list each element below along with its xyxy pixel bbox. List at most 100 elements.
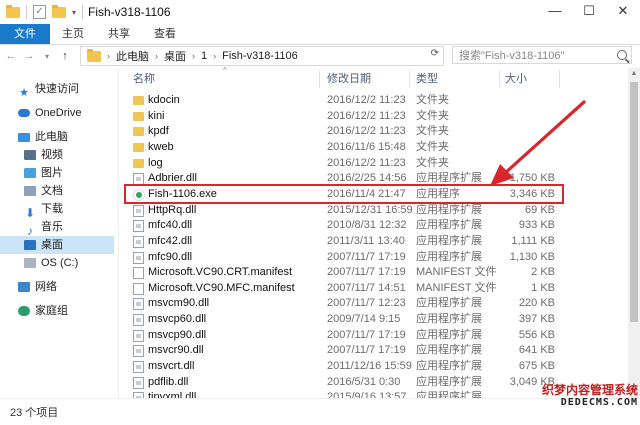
search-icon (617, 50, 627, 60)
nav-documents[interactable]: 文档 (24, 182, 63, 200)
table-row[interactable]: msvcrt.dll 2011/12/16 15:59 应用程序扩展 675 KB (119, 358, 635, 375)
column-header-name[interactable]: 名称 (133, 70, 155, 88)
table-row[interactable]: msvcm90.dll 2007/11/7 12:23 应用程序扩展 220 KB (119, 295, 635, 312)
file-type: 应用程序扩展 (416, 234, 482, 247)
column-divider[interactable] (559, 70, 560, 88)
window-title: Fish-v318-1106 (88, 5, 171, 19)
folder-icon (6, 4, 20, 18)
close-button[interactable]: ✕ (606, 0, 640, 24)
file-size: 1,111 KB (511, 234, 555, 247)
chevron-right-icon[interactable]: › (192, 51, 195, 61)
refresh-icon[interactable]: ⟳ (431, 48, 439, 59)
music-icon: ♪ (27, 224, 33, 239)
properties-icon[interactable]: ✓ (33, 5, 46, 19)
ribbon-tabs: 文件 主页 共享 查看 (0, 24, 640, 45)
file-date: 2011/3/11 13:40 (327, 234, 405, 247)
dll-file-icon (133, 220, 144, 233)
address-bar[interactable]: › 此电脑 › 桌面 › 1 › Fish-v318-1106 ⟳ (80, 46, 444, 66)
table-row[interactable]: Microsoft.VC90.MFC.manifest 2007/11/7 14:… (119, 280, 635, 297)
tab-view[interactable]: 查看 (142, 24, 188, 44)
file-type: 应用程序扩展 (416, 313, 482, 326)
nav-os-drive[interactable]: OS (C:) (24, 254, 78, 272)
nav-videos[interactable]: 视频 (24, 146, 63, 164)
table-row[interactable]: msvcp90.dll 2007/11/7 17:19 应用程序扩展 556 KB (119, 327, 635, 344)
file-name: msvcr90.dll (148, 344, 204, 357)
nav-desktop[interactable]: 桌面 (0, 236, 114, 254)
drive-icon (24, 258, 36, 269)
file-name: kpdf (148, 125, 169, 138)
table-row[interactable]: mfc40.dll 2010/8/31 12:32 应用程序扩展 933 KB (119, 217, 635, 234)
nav-music[interactable]: ♪ 音乐 (24, 218, 63, 239)
file-date: 2007/11/7 12:23 (327, 297, 406, 310)
table-row[interactable]: msvcp60.dll 2009/7/14 9:15 应用程序扩展 397 KB (119, 311, 635, 328)
download-icon: ⬇ (24, 206, 36, 221)
file-name: kweb (148, 140, 174, 153)
forward-arrow-icon[interactable]: → (22, 50, 36, 62)
nav-this-pc[interactable]: 此电脑 (18, 128, 68, 146)
vertical-scrollbar[interactable]: ▲ ▼ (628, 68, 640, 398)
nav-downloads[interactable]: ⬇ 下载 (24, 200, 63, 221)
address-row: ← → ▾ ↑ › 此电脑 › 桌面 › 1 › Fish-v318-1106 … (0, 44, 640, 68)
nav-homegroup[interactable]: 家庭组 (18, 302, 68, 320)
file-name: msvcp90.dll (148, 328, 207, 341)
tab-share[interactable]: 共享 (96, 24, 142, 44)
column-header-date[interactable]: 修改日期 (327, 70, 371, 88)
column-header-type[interactable]: 类型 (416, 70, 438, 88)
file-date: 2007/11/7 17:19 (327, 344, 406, 357)
file-date: 2016/5/31 0:30 (327, 375, 401, 388)
breadcrumb-current[interactable]: Fish-v318-1106 (222, 50, 298, 62)
tab-home[interactable]: 主页 (50, 24, 96, 44)
customize-toolbar-icon[interactable]: ▾ (72, 8, 76, 17)
up-arrow-icon[interactable]: ↑ (58, 50, 72, 62)
breadcrumb-desktop[interactable]: 桌面 (164, 48, 186, 64)
file-date: 2007/11/7 14:51 (327, 281, 406, 294)
chevron-right-icon[interactable]: › (107, 51, 110, 61)
table-row[interactable]: mfc90.dll 2007/11/7 17:19 应用程序扩展 1,130 KB (119, 249, 635, 266)
breadcrumb-folder-1[interactable]: 1 (201, 50, 207, 62)
dll-file-icon (133, 314, 144, 327)
table-row[interactable]: msvcr90.dll 2007/11/7 17:19 应用程序扩展 641 KB (119, 342, 635, 359)
breadcrumb-this-pc[interactable]: 此电脑 (116, 48, 149, 64)
back-arrow-icon[interactable]: ← (4, 50, 18, 62)
scrollbar-thumb[interactable] (630, 82, 638, 322)
file-date: 2007/11/7 17:19 (327, 266, 406, 279)
chevron-right-icon[interactable]: › (155, 51, 158, 61)
column-divider[interactable] (499, 70, 500, 88)
file-type: MANIFEST 文件 (416, 266, 497, 279)
chevron-right-icon[interactable]: › (213, 51, 216, 61)
sort-ascending-icon: ^ (223, 66, 227, 75)
search-placeholder: 搜索"Fish-v318-1106" (459, 50, 565, 62)
file-type: 应用程序扩展 (416, 360, 482, 373)
nav-pictures[interactable]: 图片 (24, 164, 63, 182)
divider (82, 5, 84, 19)
picture-icon (24, 168, 36, 179)
scroll-up-icon[interactable]: ▲ (628, 68, 640, 80)
column-divider[interactable] (319, 70, 320, 88)
nav-quick-access[interactable]: ★ 快速访问 (18, 80, 79, 99)
file-type: 应用程序扩展 (416, 219, 482, 232)
column-divider[interactable] (409, 70, 410, 88)
minimize-button[interactable]: — (538, 0, 572, 24)
file-type: 应用程序扩展 (416, 328, 482, 341)
dll-file-icon (133, 204, 144, 217)
nav-onedrive[interactable]: OneDrive (18, 104, 81, 122)
file-type: MANIFEST 文件 (416, 281, 497, 294)
table-row[interactable]: Microsoft.VC90.CRT.manifest 2007/11/7 17:… (119, 264, 635, 281)
table-row[interactable]: HttpRq.dll 2015/12/31 16:59 应用程序扩展 69 KB (119, 202, 635, 219)
desktop-icon (24, 240, 36, 251)
search-input[interactable]: 搜索"Fish-v318-1106" (452, 46, 632, 64)
new-folder-icon[interactable] (52, 4, 66, 18)
recent-locations-icon[interactable]: ▾ (40, 52, 54, 61)
file-size: 675 KB (518, 360, 555, 373)
window-controls: — ☐ ✕ (538, 0, 640, 24)
column-header-size[interactable]: 大小 (505, 70, 527, 88)
nav-network[interactable]: 网络 (18, 278, 57, 296)
file-size: 397 KB (518, 313, 555, 326)
watermark-line-1: 织梦内容管理系统 (541, 383, 638, 397)
file-size: 1,130 KB (509, 250, 555, 263)
dll-file-icon (133, 235, 144, 248)
tab-file[interactable]: 文件 (0, 24, 50, 44)
watermark-line-2: DEDECMS.COM (560, 397, 638, 408)
maximize-button[interactable]: ☐ (572, 0, 606, 24)
table-row[interactable]: mfc42.dll 2011/3/11 13:40 应用程序扩展 1,111 KB (119, 233, 635, 250)
